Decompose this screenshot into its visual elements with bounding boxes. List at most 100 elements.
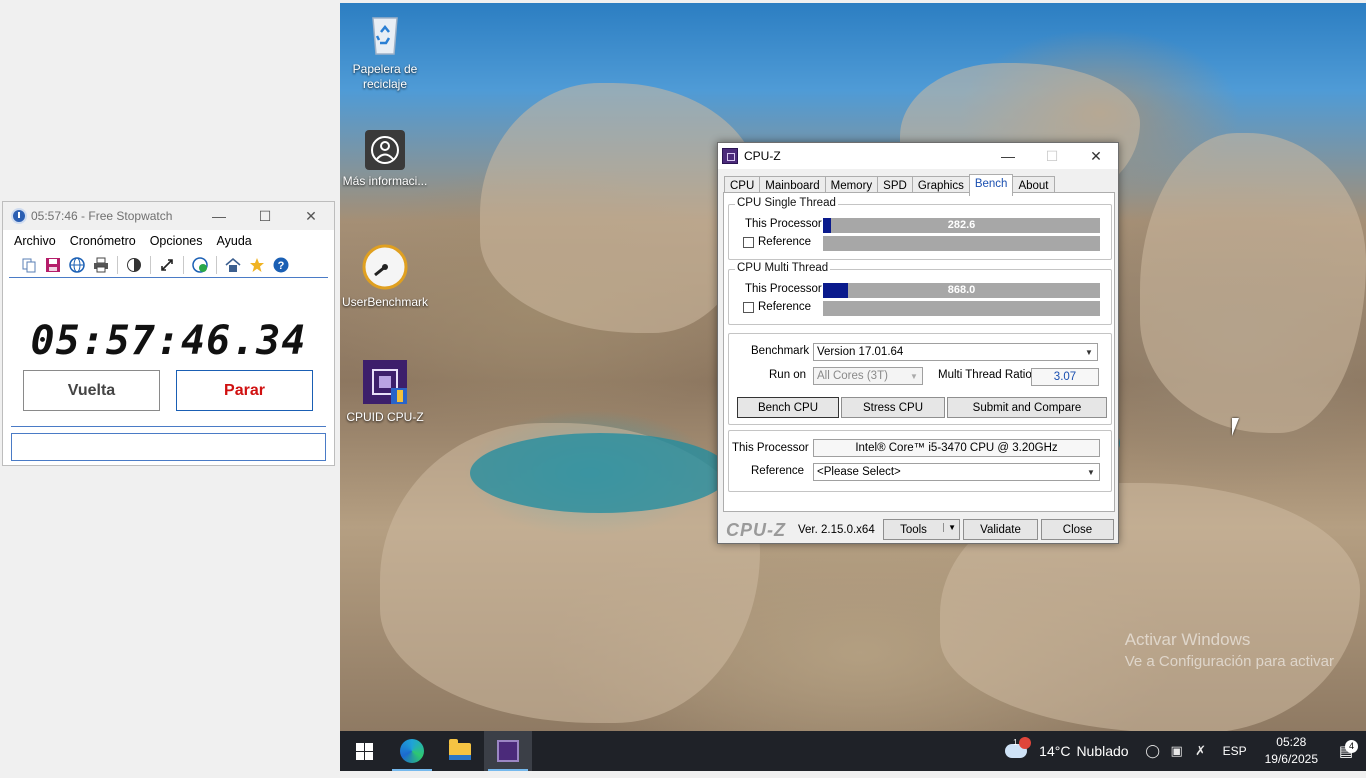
- run-on-label: Run on: [769, 369, 807, 381]
- stopwatch-app-icon: [11, 208, 27, 224]
- fullscreen-icon[interactable]: [157, 255, 177, 275]
- star-icon[interactable]: [247, 255, 267, 275]
- taskbar: 1 14°C Nublado ◯ ▣ ✗ ESP 05:28 19/6/2025…: [340, 731, 1366, 771]
- run-on-select: All Cores (3T) ▼: [813, 367, 923, 385]
- chevron-down-icon: ▼: [1087, 467, 1095, 477]
- copy-icon[interactable]: [19, 255, 39, 275]
- home-icon[interactable]: [223, 255, 243, 275]
- menu-ayuda[interactable]: Ayuda: [210, 234, 259, 248]
- submit-compare-button[interactable]: Submit and Compare: [947, 397, 1107, 418]
- stopwatch-title: 05:57:46 - Free Stopwatch: [31, 209, 173, 223]
- web-update-icon[interactable]: [190, 255, 210, 275]
- cpu-chip-icon: [361, 358, 409, 406]
- stop-button[interactable]: Parar: [176, 370, 313, 411]
- stopwatch-titlebar[interactable]: 05:57:46 - Free Stopwatch — ☐ ✕: [3, 202, 334, 230]
- processor-reference-group: This Processor Intel® Core™ i5-3470 CPU …: [728, 430, 1112, 492]
- single-reference-checkbox[interactable]: [743, 236, 754, 248]
- bench-cpu-button[interactable]: Bench CPU: [737, 397, 839, 418]
- lap-button[interactable]: Vuelta: [23, 370, 160, 411]
- contrast-icon[interactable]: [124, 255, 144, 275]
- minimize-button[interactable]: —: [196, 202, 242, 230]
- desktop-icon-more-info[interactable]: Más informaci...: [340, 130, 430, 189]
- notification-center-button[interactable]: ▤ 4: [1326, 740, 1366, 760]
- stress-cpu-button[interactable]: Stress CPU: [841, 397, 945, 418]
- multi-thread-ratio-label: Multi Thread Ratio: [938, 369, 1032, 381]
- meet-icon[interactable]: ◯: [1141, 743, 1165, 759]
- desktop-icon-recycle-bin[interactable]: Papelera de reciclaje: [340, 10, 430, 92]
- multi-reference-bar: [823, 301, 1100, 316]
- stopwatch-separator: [11, 426, 326, 427]
- close-button[interactable]: ✕: [1074, 143, 1118, 169]
- close-app-button[interactable]: Close: [1041, 519, 1114, 540]
- toolbar-separator: [183, 255, 184, 274]
- cpuz-title: CPU-Z: [744, 149, 781, 163]
- activation-watermark: Activar Windows Ve a Configuración para …: [1124, 630, 1334, 670]
- system-tray: 1 14°C Nublado ◯ ▣ ✗ ESP 05:28 19/6/2025…: [1005, 731, 1366, 771]
- notification-count: 4: [1345, 740, 1358, 753]
- folder-icon: [449, 738, 471, 760]
- edge-browser-icon: [400, 739, 424, 763]
- multi-this-processor-bar: 868.0: [823, 283, 1100, 298]
- volume-muted-icon[interactable]: ✗: [1189, 743, 1213, 759]
- validate-button[interactable]: Validate: [963, 519, 1038, 540]
- tools-button[interactable]: Tools ▼: [883, 519, 960, 540]
- stopwatch-time-display: 05:57:46.34: [30, 318, 307, 364]
- stopwatch-notes-field[interactable]: [11, 433, 326, 461]
- menu-cronometro[interactable]: Cronómetro: [63, 234, 143, 248]
- benchmark-settings-group: Benchmark Version 17.01.64 ▼ Run on All …: [728, 333, 1112, 425]
- input-language[interactable]: ESP: [1213, 744, 1257, 758]
- menu-archivo[interactable]: Archivo: [7, 234, 63, 248]
- taskbar-cpuz[interactable]: [484, 731, 532, 771]
- taskbar-edge[interactable]: [388, 731, 436, 771]
- single-this-processor-row: This Processor: [745, 218, 825, 230]
- multi-this-processor-row: This Processor: [745, 283, 825, 295]
- print-icon[interactable]: [91, 255, 111, 275]
- tab-bench[interactable]: Bench: [968, 174, 1014, 196]
- single-thread-group: CPU Single Thread This Processor 282.6 R…: [728, 197, 1112, 260]
- save-icon[interactable]: [43, 255, 63, 275]
- single-thread-title: CPU Single Thread: [735, 197, 838, 209]
- weather-temperature: 14°C: [1039, 743, 1071, 759]
- weather-condition: Nublado: [1076, 743, 1129, 759]
- single-reference-row: Reference: [743, 236, 812, 248]
- processor-label: This Processor: [732, 442, 809, 454]
- multi-reference-row: Reference: [743, 301, 811, 313]
- cpuz-titlebar[interactable]: CPU-Z — ☐ ✕: [718, 143, 1118, 169]
- benchmark-label: Benchmark: [751, 345, 810, 357]
- weather-widget[interactable]: 1 14°C Nublado: [1005, 737, 1140, 759]
- maximize-button[interactable]: ☐: [242, 202, 288, 230]
- multi-this-processor-score: 868.0: [947, 284, 976, 296]
- toolbar-separator: [117, 255, 118, 274]
- system-clock[interactable]: 05:28 19/6/2025: [1257, 734, 1326, 768]
- clock-date: 19/6/2025: [1264, 752, 1318, 766]
- cpuz-window: CPU-Z — ☐ ✕ CPU Mainboard Memory SPD Gra…: [717, 142, 1119, 544]
- start-button[interactable]: [340, 731, 388, 771]
- reference-select[interactable]: <Please Select> ▼: [813, 463, 1100, 481]
- clock-time: 05:28: [1276, 735, 1307, 749]
- single-this-processor-score: 282.6: [947, 219, 976, 231]
- multi-reference-checkbox[interactable]: [743, 301, 754, 313]
- taskbar-file-explorer[interactable]: [436, 731, 484, 771]
- minimize-button[interactable]: —: [986, 143, 1030, 169]
- benchmark-version-select[interactable]: Version 17.01.64 ▼: [813, 343, 1098, 361]
- bench-panel: CPU Single Thread This Processor 282.6 R…: [723, 192, 1115, 512]
- cpuz-version: Ver. 2.15.0.x64: [798, 524, 875, 536]
- stopwatch-menubar: Archivo Cronómetro Opciones Ayuda: [3, 230, 334, 252]
- help-icon[interactable]: ?: [271, 255, 291, 275]
- multi-thread-ratio-value: 3.07: [1031, 368, 1099, 386]
- close-button[interactable]: ✕: [288, 202, 334, 230]
- globe-icon[interactable]: [67, 255, 87, 275]
- maximize-button: ☐: [1045, 147, 1059, 164]
- stopwatch-window: 05:57:46 - Free Stopwatch — ☐ ✕ Archivo …: [2, 201, 335, 466]
- desktop-icon-cpuz[interactable]: CPUID CPU-Z: [340, 358, 430, 425]
- network-icon[interactable]: ▣: [1165, 743, 1189, 759]
- single-this-processor-label: This Processor: [745, 218, 822, 230]
- desktop-icon-userbenchmark[interactable]: UserBenchmark: [340, 243, 430, 310]
- benchmark-version-value: Version 17.01.64: [817, 346, 904, 358]
- single-reference-label: Reference: [758, 236, 812, 248]
- run-on-value: All Cores (3T): [817, 370, 888, 382]
- menu-opciones[interactable]: Opciones: [143, 234, 210, 248]
- cpuz-app-icon: [722, 148, 738, 164]
- windows-logo-icon: [355, 742, 373, 760]
- cpuz-brand-logo: CPU-Z: [726, 519, 786, 540]
